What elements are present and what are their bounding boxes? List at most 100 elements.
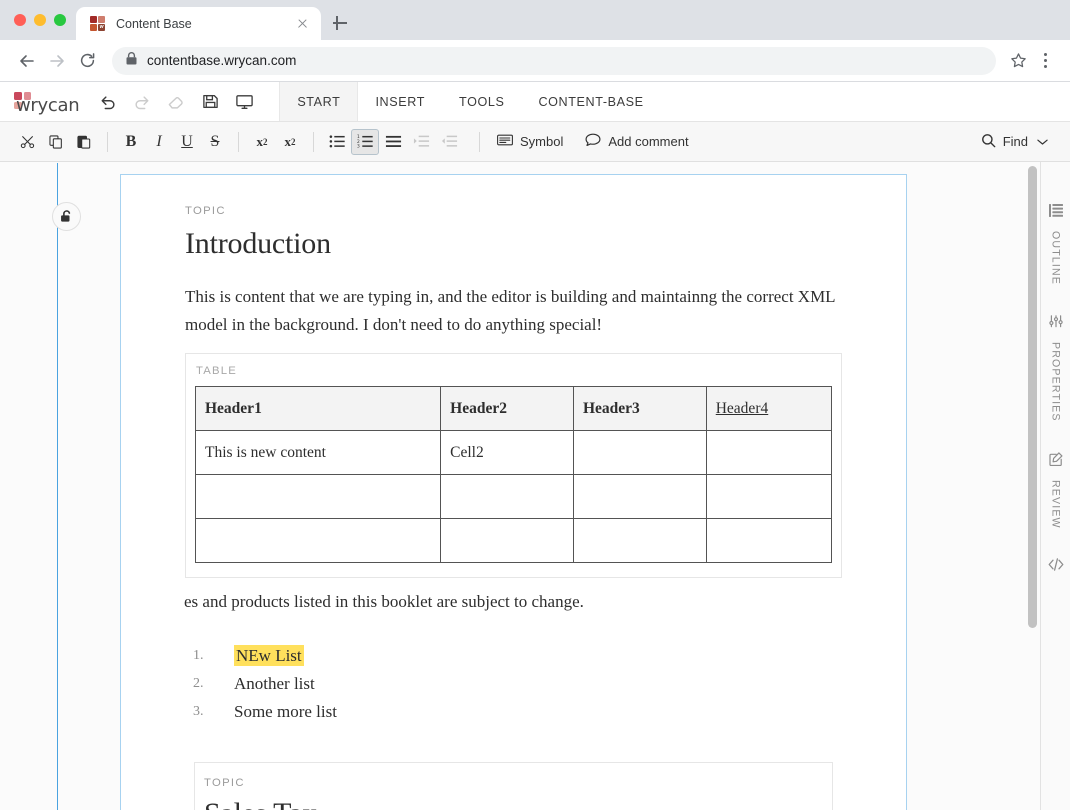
list-item-text: Some more list — [234, 702, 337, 721]
quick-actions — [93, 82, 273, 121]
list-item[interactable]: Another list — [185, 670, 842, 698]
toolbar-divider — [479, 131, 480, 152]
redo-icon[interactable] — [127, 87, 157, 117]
table-block[interactable]: TABLE Header1 Header2 Header3 Header4 Th… — [185, 353, 842, 578]
document-scrollbar-thumb[interactable] — [1028, 166, 1037, 628]
close-icon[interactable] — [294, 15, 311, 32]
align-justify-icon[interactable] — [379, 129, 407, 155]
table-header-cell-2[interactable]: Header2 — [440, 386, 574, 431]
italic-icon[interactable]: I — [145, 129, 173, 155]
table-cell[interactable] — [194, 518, 442, 563]
toolbar-divider — [313, 131, 314, 152]
ribbon-tab-start[interactable]: START — [279, 82, 359, 121]
sidebar-item-properties-label: PROPERTIES — [1049, 341, 1062, 422]
strikethrough-icon[interactable]: S — [201, 129, 229, 155]
back-arrow-icon[interactable] — [12, 46, 42, 76]
numbered-list[interactable]: NEw List Another list Some more list — [185, 642, 842, 726]
table-cell[interactable] — [194, 474, 442, 519]
document-page[interactable]: TOPIC Introduction This is content that … — [52, 163, 907, 810]
copy-icon[interactable] — [42, 129, 70, 155]
symbol-button[interactable]: Symbol — [489, 129, 571, 155]
wrycan-logo[interactable]: wrycan — [0, 82, 93, 121]
list-item[interactable]: NEw List — [185, 642, 842, 670]
window-maximize-button[interactable] — [54, 14, 66, 26]
sidebar-item-properties[interactable]: PROPERTIES — [1048, 315, 1063, 422]
content-table[interactable]: Header1 Header2 Header3 Header4 This is … — [194, 386, 833, 563]
table-cell[interactable] — [705, 518, 833, 563]
topic-selection-rail — [57, 163, 58, 810]
table-row — [194, 518, 833, 563]
paste-icon[interactable] — [70, 129, 98, 155]
browser-toolbar: contentbase.wrycan.com — [0, 40, 1070, 82]
toolbar-divider — [107, 131, 108, 152]
sidebar-item-outline[interactable]: OUTLINE — [1048, 204, 1063, 285]
three-dot-menu-icon[interactable] — [1032, 47, 1058, 75]
search-icon — [981, 133, 996, 151]
sidebar-item-review-label: REVIEW — [1049, 479, 1062, 529]
table-header-cell-4[interactable]: Header4 — [705, 386, 833, 431]
ribbon-tabs: START INSERT TOOLS CONTENT-BASE — [279, 82, 660, 121]
star-icon[interactable] — [1004, 47, 1032, 75]
topic-block-sales-tax[interactable]: TOPIC Sales Tax — [194, 762, 833, 810]
monitor-icon[interactable] — [229, 87, 259, 117]
table-cell[interactable]: This is new content — [194, 430, 442, 475]
address-bar[interactable]: contentbase.wrycan.com — [112, 46, 996, 75]
symbol-label: Symbol — [520, 134, 564, 149]
table-row: This is new content Cell2 — [194, 430, 833, 475]
address-bar-url: contentbase.wrycan.com — [147, 53, 297, 68]
chevron-down-icon[interactable] — [1037, 134, 1048, 149]
table-cell[interactable]: Cell2 — [440, 430, 574, 475]
indent-icon[interactable] — [407, 129, 435, 155]
window-minimize-button[interactable] — [34, 14, 46, 26]
numbered-list-icon[interactable]: 1 2 3 — [351, 128, 379, 155]
unlocked-padlock-icon[interactable] — [52, 202, 81, 231]
ribbon-tab-content-base[interactable]: CONTENT-BASE — [521, 82, 660, 121]
table-header-cell-1[interactable]: Header1 — [194, 386, 442, 431]
ribbon-tab-insert[interactable]: INSERT — [358, 82, 442, 121]
table-kicker: TABLE — [196, 365, 237, 377]
topic-block-introduction[interactable]: TOPIC Introduction This is content that … — [52, 163, 906, 810]
table-header-cell-3[interactable]: Header3 — [572, 386, 707, 431]
document-scroll-region[interactable]: TOPIC Introduction This is content that … — [0, 162, 1040, 810]
ribbon-tab-tools[interactable]: TOOLS — [442, 82, 521, 121]
intro-paragraph[interactable]: This is content that we are typing in, a… — [185, 283, 842, 339]
symbol-keyboard-icon — [497, 134, 513, 149]
superscript-icon[interactable]: x2 — [276, 129, 304, 155]
padlock-icon — [126, 51, 137, 70]
list-item[interactable]: Some more list — [185, 698, 842, 726]
page-title[interactable]: Introduction — [185, 227, 842, 261]
table-cell[interactable] — [572, 518, 707, 563]
table-cell[interactable] — [572, 430, 707, 475]
add-comment-button[interactable]: Add comment — [577, 129, 696, 155]
undo-icon[interactable] — [93, 87, 123, 117]
svg-text:3: 3 — [357, 144, 360, 149]
window-close-button[interactable] — [14, 14, 26, 26]
window-traffic-lights — [14, 14, 66, 26]
sidebar-item-outline-label: OUTLINE — [1049, 231, 1062, 285]
reload-icon[interactable] — [72, 46, 102, 76]
after-table-paragraph[interactable]: es and products listed in this booklet a… — [184, 588, 842, 616]
table-cell[interactable] — [572, 474, 707, 519]
sidebar-item-review[interactable]: REVIEW — [1048, 451, 1063, 529]
table-cell[interactable] — [440, 474, 574, 519]
app-ribbon: wrycan START INSERT TOOLS CONTENT-BASE — [0, 82, 1070, 122]
subscript-icon[interactable]: x2 — [248, 129, 276, 155]
sidebar-item-source-code[interactable] — [1048, 558, 1064, 585]
forward-arrow-icon[interactable] — [42, 46, 72, 76]
browser-tab[interactable]: Content Base — [76, 7, 321, 40]
bold-icon[interactable]: B — [117, 129, 145, 155]
table-cell[interactable] — [705, 474, 833, 519]
find-button[interactable]: Find — [973, 129, 1056, 155]
table-cell[interactable] — [440, 518, 574, 563]
topic-title-sales-tax[interactable]: Sales Tax — [204, 797, 832, 810]
list-item-text-highlighted: NEw List — [234, 645, 304, 666]
table-cell[interactable] — [705, 430, 833, 475]
document-scrollbar[interactable] — [1028, 162, 1037, 810]
plus-icon[interactable] — [330, 13, 350, 33]
eraser-icon[interactable] — [161, 87, 191, 117]
scissors-icon[interactable] — [14, 129, 42, 155]
underline-icon[interactable]: U — [173, 129, 201, 155]
outdent-icon[interactable] — [435, 129, 463, 155]
bulleted-list-icon[interactable] — [323, 129, 351, 155]
save-floppy-icon[interactable] — [195, 87, 225, 117]
